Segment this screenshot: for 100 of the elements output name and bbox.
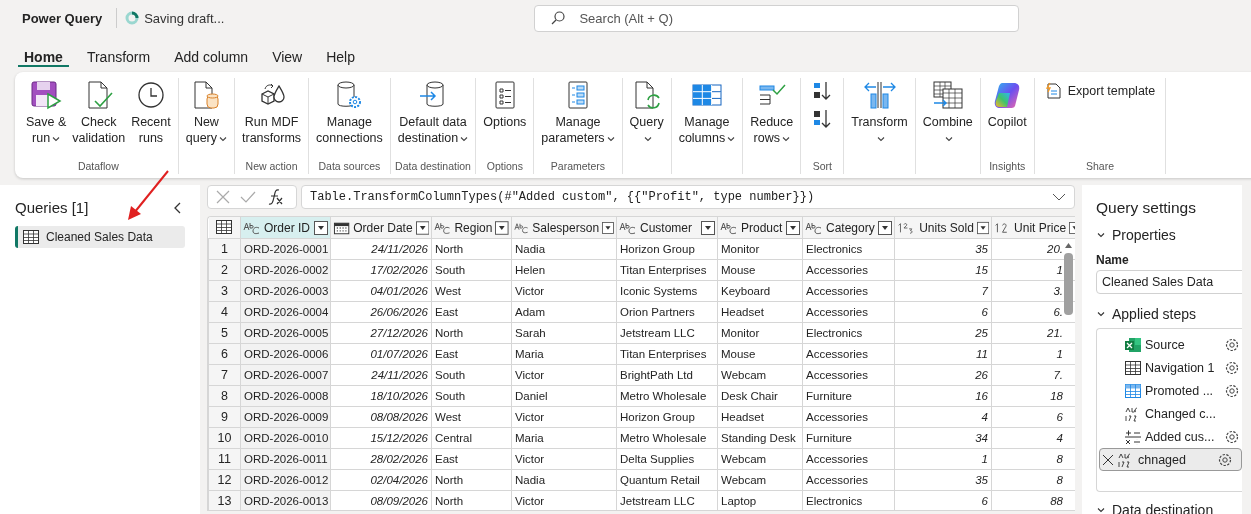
column-header[interactable]: Order Date — [330, 217, 432, 239]
table-cell: Quantum Retail — [616, 469, 718, 491]
formula-field[interactable]: Table.TransformColumnTypes(#"Added custom", {{"Profit", type number}}) — [301, 185, 1075, 209]
column-header[interactable]: Units Sold — [894, 217, 992, 239]
table-cell: 11 — [894, 343, 992, 365]
dropdown-icon — [976, 220, 989, 235]
table-cell: Furniture — [802, 385, 895, 407]
table-cell: Accessories — [802, 364, 895, 386]
column-header[interactable]: Category — [802, 217, 895, 239]
function-icon — [266, 188, 284, 206]
table-cell: Electronics — [802, 322, 895, 344]
query-item[interactable]: Cleaned Sales Data — [15, 226, 185, 248]
ribbon-tab[interactable]: View — [260, 36, 315, 70]
group-label: Data sources — [318, 159, 381, 174]
table-icon — [1124, 359, 1142, 376]
ribbon-button[interactable]: Run MDF transforms — [239, 78, 305, 148]
table-cell: 02/04/2026 — [330, 469, 432, 491]
table-cell: 27/12/2026 — [330, 322, 432, 344]
table-cell: 24/11/2026 — [330, 238, 432, 260]
column-header[interactable]: Region — [431, 217, 512, 239]
formula-text: Table.TransformColumnTypes(#"Added custom", {{"Profit", type number}}) — [310, 190, 815, 204]
table-cell: 24/11/2026 — [330, 364, 432, 386]
row-number: 11 — [208, 448, 241, 470]
table-cell: Orion Partners — [616, 301, 718, 323]
table-icon — [1124, 382, 1142, 399]
table-cell: 7 — [894, 280, 992, 302]
row-number: 8 — [208, 385, 241, 407]
ribbon-button[interactable]: Save & run — [23, 78, 70, 148]
chevron-left-icon — [173, 201, 183, 214]
table-cell: 35 — [894, 238, 992, 260]
applied-step[interactable]: Changed c... — [1099, 402, 1242, 425]
column-header[interactable]: Unit Price — [991, 217, 1075, 239]
ribbon-tab[interactable]: Help — [314, 36, 367, 70]
table-cell: Monitor — [717, 238, 803, 260]
ribbon-button[interactable]: Query — [626, 78, 667, 148]
dropdown-icon — [602, 220, 614, 235]
ribbon-button[interactable]: Combine — [919, 78, 976, 148]
ribbon-button[interactable]: Manage columns — [675, 78, 739, 148]
ribbon-button[interactable]: Manage connections — [313, 78, 386, 148]
table-cell: West — [431, 280, 512, 302]
column-header[interactable]: Product — [717, 217, 803, 239]
panel-title: Queries [1] — [15, 199, 89, 216]
table-cell: Metro Wholesale — [616, 385, 718, 407]
ribbon-tab[interactable]: Transform — [74, 36, 163, 70]
applied-step[interactable]: Promoted ... — [1099, 379, 1242, 402]
column-header[interactable]: Customer — [616, 217, 718, 239]
applied-step[interactable]: chnaged — [1099, 448, 1242, 471]
column-header[interactable]: Order ID — [240, 217, 331, 239]
dropdown-icon — [878, 220, 892, 235]
applied-step[interactable]: Added cus... — [1099, 425, 1242, 448]
table-cell: 01/07/2026 — [330, 343, 432, 365]
ribbon-button[interactable]: Transform — [848, 78, 911, 148]
applied-step[interactable]: Source — [1099, 333, 1242, 356]
table-cell: 26 — [894, 364, 992, 386]
table-cell: Delta Supplies — [616, 448, 718, 470]
table-cell: Mouse — [717, 259, 803, 281]
table-cell: 16 — [894, 385, 992, 407]
tables-merge-icon — [930, 80, 965, 110]
ribbon-button[interactable]: Default data destination — [394, 78, 472, 148]
text-type-icon — [619, 220, 637, 235]
ribbon-button[interactable]: Copilot — [984, 78, 1030, 132]
table-cell: Nadia — [511, 469, 617, 491]
chevron-down-icon — [1096, 505, 1106, 514]
close-icon — [216, 190, 230, 204]
table-cell: BrightPath Ltd — [616, 364, 718, 386]
table-cell: Mouse — [717, 343, 803, 365]
group-label: Parameters — [550, 159, 606, 174]
ribbon-button[interactable]: Recent runs — [128, 78, 174, 148]
section-header[interactable]: Properties — [1096, 225, 1242, 245]
scrollbar-thumb[interactable] — [1064, 253, 1073, 315]
table-cell: Nadia — [511, 238, 617, 260]
ribbon-tab[interactable]: Home — [12, 36, 75, 70]
row-number: 3 — [208, 280, 241, 302]
text-type-icon — [243, 220, 261, 235]
table-cell: 18/10/2026 — [330, 385, 432, 407]
section-header[interactable]: Applied steps — [1096, 304, 1242, 324]
ribbon-tab[interactable]: Add column — [162, 36, 261, 70]
column-header[interactable]: Salesperson — [511, 217, 617, 239]
table-cell: 1 — [894, 448, 992, 470]
table-cell: East — [431, 343, 512, 365]
row-number: 9 — [208, 406, 241, 428]
ribbon-button[interactable]: Check validation — [69, 78, 129, 148]
applied-step[interactable]: Navigation 1 — [1099, 356, 1242, 379]
ribbon-button[interactable]: Manage parameters — [538, 78, 618, 148]
name-field[interactable]: Cleaned Sales Data — [1096, 270, 1242, 294]
ribbon-button[interactable]: Reduce rows — [747, 78, 797, 148]
ribbon-button[interactable]: Options — [480, 78, 530, 132]
text-type-icon — [720, 220, 738, 235]
dropdown-icon — [701, 220, 715, 235]
delete-step-icon — [1102, 453, 1114, 466]
table-cell: Accessories — [802, 301, 895, 323]
search-field[interactable]: Search (Alt + Q) — [534, 4, 1020, 32]
table-cell: East — [431, 448, 512, 470]
spinner-icon — [125, 11, 140, 25]
text-type-icon — [514, 220, 530, 235]
group-label: Data destination — [395, 159, 471, 174]
ribbon-button[interactable]: Export template — [1038, 78, 1162, 104]
table-cell: 28/02/2026 — [330, 448, 432, 470]
ribbon-button[interactable]: New query — [182, 78, 231, 148]
table-cell: Central — [431, 427, 512, 449]
